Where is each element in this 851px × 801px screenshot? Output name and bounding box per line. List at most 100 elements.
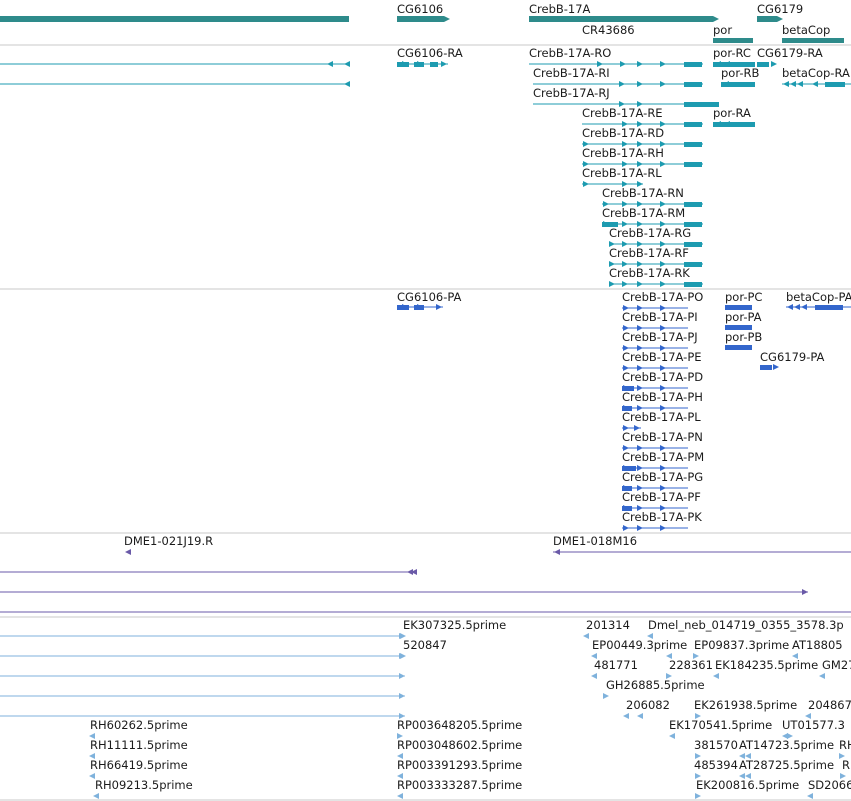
- strand-arrow-icon: [812, 81, 818, 87]
- strand-arrow-icon: [609, 281, 615, 287]
- est-label: GH26885.5prime: [606, 678, 705, 692]
- transcript-label: CrebB-17A-RK: [609, 266, 690, 280]
- strand-arrow-icon: [344, 81, 350, 87]
- strand-arrow-icon: [637, 61, 643, 67]
- est-label: EK170541.5prime: [669, 718, 772, 732]
- strand-arrow-icon: [660, 281, 666, 287]
- transcript-label: por-RB: [721, 66, 759, 80]
- est-label: 381570: [694, 738, 738, 752]
- strand-arrow-icon: [619, 81, 625, 87]
- transcript-label: CrebB-17A-RJ: [533, 86, 610, 100]
- strand-arrow-icon: [807, 793, 813, 799]
- strand-arrow-icon: [773, 364, 779, 370]
- est-label: RH66419.5prime: [90, 758, 188, 772]
- strand-arrow-icon: [660, 525, 666, 531]
- strand-arrow-icon: [554, 549, 560, 555]
- protein-label: CrebB-17A-PH: [622, 390, 703, 404]
- strand-arrow-icon: [797, 81, 803, 87]
- gene-label-por: por: [713, 23, 732, 37]
- genome-browser-tracks: CG6106 CrebB-17A CG6179 CR43686 por betaCop CG…: [0, 2, 851, 801]
- feature-block[interactable]: [815, 305, 843, 310]
- est-label: EK261938.5prime: [694, 698, 797, 712]
- feature-block[interactable]: [684, 82, 702, 87]
- protein-label: CG6106-PA: [397, 290, 462, 304]
- feature-block[interactable]: [684, 62, 702, 67]
- gene-label-cr43686: CR43686: [582, 23, 635, 37]
- feature-block[interactable]: [725, 345, 752, 350]
- est-label: 206082: [626, 698, 670, 712]
- transcript-label: CG6179-RA: [757, 46, 823, 60]
- transcript-label: CrebB-17A-RL: [582, 166, 662, 180]
- strand-arrow-icon: [623, 525, 629, 531]
- gene-label-cg6179: CG6179: [757, 2, 803, 16]
- strand-arrow-icon: [660, 81, 666, 87]
- strand-arrow-icon: [787, 304, 793, 310]
- est-label: AT28725.5prime: [739, 758, 834, 772]
- feature-block[interactable]: [760, 365, 772, 370]
- gene-bar[interactable]: [713, 38, 753, 43]
- feature-block[interactable]: [825, 82, 845, 87]
- transcript-label: por-RC: [713, 46, 751, 60]
- transcript-label: CrebB-17A-RE: [582, 106, 663, 120]
- protein-label: CrebB-17A-PO: [622, 290, 703, 304]
- gene-bar[interactable]: [757, 16, 783, 22]
- strand-arrow-icon: [399, 693, 405, 699]
- strand-arrow-icon: [620, 61, 626, 67]
- est-label: EP09837.3prime: [694, 638, 789, 652]
- strand-arrow-icon: [771, 61, 777, 67]
- gene-label-crebb-17a: CrebB-17A: [529, 2, 591, 16]
- feature-block[interactable]: [430, 62, 438, 67]
- strand-arrow-icon: [801, 304, 807, 310]
- strand-arrow-icon: [637, 525, 643, 531]
- protein-label: CrebB-17A-PI: [622, 310, 698, 324]
- est-label: RH09213.5prime: [95, 778, 193, 792]
- est-label: RH: [839, 738, 851, 752]
- protein-label: CrebB-17A-PJ: [622, 330, 698, 344]
- protein-label: CrebB-17A-PM: [622, 450, 704, 464]
- gene-bar[interactable]: [0, 16, 349, 22]
- strand-arrow-icon: [591, 673, 597, 679]
- feature-block[interactable]: [684, 202, 702, 207]
- feature-block[interactable]: [684, 162, 702, 167]
- protein-label: por-PC: [725, 290, 762, 304]
- est-label: EK184235.5prime: [715, 658, 818, 672]
- est-label: Dmel_neb_014719_0355_3578.3p: [648, 618, 844, 632]
- gene-bar[interactable]: [397, 16, 450, 22]
- est-label: RP003048602.5prime: [397, 738, 522, 752]
- est-label: 481771: [594, 658, 638, 672]
- strand-arrow-icon: [783, 81, 789, 87]
- feature-block[interactable]: [684, 142, 702, 147]
- strand-arrow-icon: [622, 281, 628, 287]
- est-label: SD2066: [808, 778, 851, 792]
- strand-arrow-icon: [400, 653, 406, 659]
- transcript-label: betaCop-RA: [782, 66, 850, 80]
- strand-arrow-icon: [637, 81, 643, 87]
- protein-label: CG6179-PA: [760, 350, 825, 364]
- gene-bar[interactable]: [529, 16, 719, 22]
- gene-bar[interactable]: [782, 38, 844, 43]
- est-label: EP00449.3prime: [592, 638, 687, 652]
- est-label: AT18805: [792, 638, 843, 652]
- strand-arrow-icon: [669, 733, 675, 739]
- protein-label: CrebB-17A-PL: [622, 410, 701, 424]
- est-label: EK200816.5prime: [696, 778, 799, 792]
- transcript-label: CrebB-17A-RD: [582, 126, 664, 140]
- est-label: RH60262.5prime: [90, 718, 188, 732]
- est-label: RP003333287.5prime: [397, 778, 522, 792]
- strand-arrow-icon: [583, 181, 589, 187]
- est-label: RH: [842, 758, 851, 772]
- strand-arrow-icon: [794, 304, 800, 310]
- strand-arrow-icon: [93, 793, 99, 799]
- est-label: EK307325.5prime: [403, 618, 506, 632]
- transcript-label: CrebB-17A-RO: [529, 46, 611, 60]
- clone-label: DME1-018M16: [553, 534, 637, 548]
- feature-block[interactable]: [684, 282, 702, 287]
- transcript-label: CrebB-17A-RG: [609, 226, 691, 240]
- strand-arrow-icon: [344, 61, 350, 67]
- protein-label: CrebB-17A-PE: [622, 350, 702, 364]
- protein-label: CrebB-17A-PF: [622, 490, 701, 504]
- transcript-label: CrebB-17A-RF: [609, 246, 689, 260]
- protein-label: betaCop-PA: [786, 290, 851, 304]
- strand-arrow-icon: [603, 693, 609, 699]
- feature-block[interactable]: [684, 122, 702, 127]
